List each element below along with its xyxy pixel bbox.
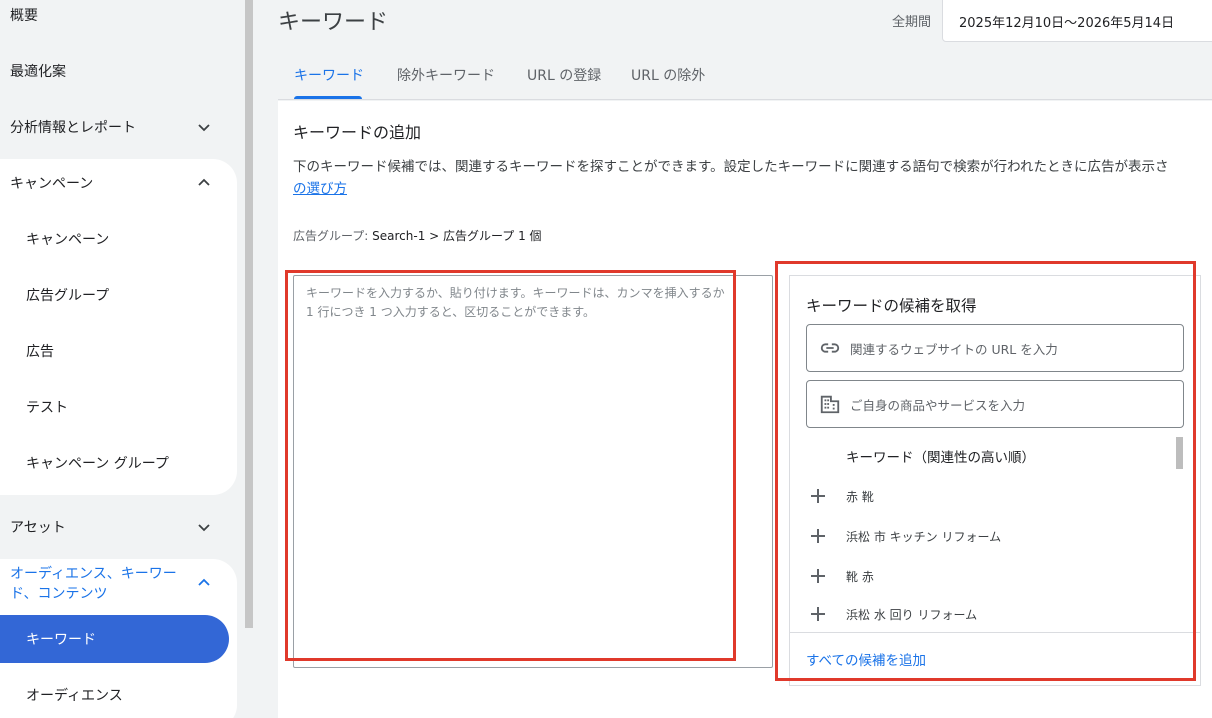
placeholder-line: 1 行につき 1 つ入力すると、区切ることができます。 bbox=[306, 305, 596, 319]
chevron-up-icon bbox=[198, 178, 210, 186]
suggestion-keyword: 浜松 水 回り リフォーム bbox=[846, 607, 978, 622]
keyword-textarea[interactable]: キーワードを入力するか、貼り付けます。キーワードは、カンマを挿入するか 1 行に… bbox=[293, 275, 773, 668]
plus-icon[interactable] bbox=[806, 484, 830, 508]
sidebar-item-label: キャンペーン bbox=[10, 176, 94, 192]
tab-keywords[interactable]: キーワード bbox=[294, 50, 364, 99]
add-keywords-card: キーワードの追加 下のキーワード候補では、関連するキーワードを探すことができます… bbox=[278, 101, 1212, 718]
help-link[interactable]: の選び方 bbox=[293, 177, 347, 197]
suggestions-list-header: キーワード（関連性の高い順） bbox=[846, 450, 1035, 466]
tab-label: URL の登録 bbox=[527, 67, 602, 84]
chevron-up-icon[interactable] bbox=[196, 575, 212, 591]
page-title: キーワード bbox=[278, 10, 389, 35]
sidebar-item-label: 分析情報とレポート bbox=[10, 120, 136, 136]
sidebar-item-label: キャンペーン グループ bbox=[26, 456, 169, 472]
sidebar-scroll-thumb[interactable] bbox=[245, 0, 253, 628]
tab-label: URL の除外 bbox=[631, 67, 706, 84]
tab-bar: キーワード 除外キーワード URL の登録 URL の除外 bbox=[278, 50, 1212, 100]
plus-icon[interactable] bbox=[806, 602, 830, 626]
sidebar-item-audiences[interactable]: オーディエンス bbox=[0, 667, 236, 718]
description-text: 下のキーワード候補では、関連するキーワードを探すことができます。設定したキーワー… bbox=[293, 159, 1169, 175]
sidebar-item-label: キャンペーン bbox=[26, 232, 110, 248]
sidebar-item-label: 最適化案 bbox=[10, 64, 66, 80]
chevron-down-icon bbox=[198, 124, 210, 132]
link-icon bbox=[820, 343, 840, 353]
sidebar-item-recommendations[interactable]: 最適化案 bbox=[0, 43, 236, 99]
period-label: 全期間 bbox=[892, 15, 932, 30]
sidebar-item-insights-reports[interactable]: 分析情報とレポート bbox=[0, 99, 236, 155]
website-url-input[interactable]: 関連するウェブサイトの URL を入力 bbox=[806, 324, 1184, 372]
sidebar-item-campaign-groups[interactable]: キャンペーン グループ bbox=[0, 435, 236, 491]
sidebar-item-label: オーディエンス bbox=[26, 688, 123, 704]
add-all-suggestions-button[interactable]: すべての候補を追加 bbox=[806, 649, 926, 669]
keyword-suggestions-panel: キーワードの候補を取得 関連するウェブサイトの URL を入力 ご自身の商品やサ… bbox=[789, 275, 1201, 686]
sidebar-item-label: 広告グループ bbox=[26, 288, 110, 304]
suggestion-row[interactable]: 赤 靴 bbox=[806, 476, 1176, 516]
tab-label: キーワード bbox=[294, 67, 364, 84]
sidebar-item-label: テスト bbox=[26, 400, 68, 416]
placeholder-line: キーワードを入力するか、貼り付けます。キーワードは、カンマを挿入するか bbox=[306, 286, 725, 300]
sidebar-item-label: 概要 bbox=[10, 8, 38, 24]
section-title: キーワードの追加 bbox=[293, 123, 422, 142]
sidebar-item-ad-groups[interactable]: 広告グループ bbox=[0, 267, 236, 323]
textarea-placeholder: キーワードを入力するか、貼り付けます。キーワードは、カンマを挿入するか 1 行に… bbox=[306, 284, 766, 322]
main-content: キーワード 全期間 2025年12月10日〜2026年5月14日 キーワード 除… bbox=[254, 0, 1212, 718]
sidebar-item-ads[interactable]: 広告 bbox=[0, 323, 236, 379]
sidebar-item-keywords[interactable]: キーワード bbox=[0, 615, 229, 663]
date-range-value: 2025年12月10日〜2026年5月14日 bbox=[959, 16, 1175, 31]
input-placeholder: ご自身の商品やサービスを入力 bbox=[850, 397, 1026, 413]
divider bbox=[790, 632, 1200, 633]
suggestion-keyword: 赤 靴 bbox=[846, 489, 874, 504]
tab-url-exclusions[interactable]: URL の除外 bbox=[631, 50, 705, 99]
chevron-down-icon bbox=[198, 524, 210, 532]
suggestion-row[interactable]: 浜松 市 キッチン リフォーム bbox=[806, 516, 1176, 556]
ad-group-value: Search-1 > 広告グループ 1 個 bbox=[372, 229, 542, 243]
tab-label: 除外キーワード bbox=[397, 67, 495, 84]
suggestions-title: キーワードの候補を取得 bbox=[806, 297, 977, 315]
tab-url-inclusions[interactable]: URL の登録 bbox=[527, 50, 601, 99]
input-placeholder: 関連するウェブサイトの URL を入力 bbox=[850, 341, 1058, 357]
plus-icon[interactable] bbox=[806, 524, 830, 548]
sidebar-item-campaigns[interactable]: キャンペーン bbox=[0, 211, 236, 267]
building-icon bbox=[820, 395, 840, 414]
sidebar-item-experiments[interactable]: テスト bbox=[0, 379, 236, 435]
sidebar: 概要 最適化案 分析情報とレポート キャンペーン キャンペーン 広告グループ 広… bbox=[0, 0, 244, 718]
ad-group-path: 広告グループ: Search-1 > 広告グループ 1 個 bbox=[293, 227, 542, 244]
sidebar-item-overview[interactable]: 概要 bbox=[0, 0, 236, 43]
sidebar-item-label: キーワード bbox=[26, 632, 96, 648]
active-tab-indicator bbox=[294, 96, 362, 99]
sidebar-item-campaigns-section[interactable]: キャンペーン bbox=[0, 155, 236, 211]
sidebar-scrollbar[interactable] bbox=[244, 0, 254, 718]
suggestion-keyword: 浜松 市 キッチン リフォーム bbox=[846, 529, 1002, 544]
suggestion-keyword: 靴 赤 bbox=[846, 569, 874, 584]
sidebar-item-label: オーディエンス、キーワード、コンテンツ bbox=[10, 566, 177, 602]
sidebar-item-label: アセット bbox=[10, 520, 66, 536]
sidebar-item-audiences-keywords-content[interactable]: オーディエンス、キーワード、コンテンツ bbox=[0, 560, 180, 612]
suggestion-row[interactable]: 浜松 水 回り リフォーム bbox=[806, 596, 1176, 632]
suggestions-scrollbar[interactable] bbox=[1176, 437, 1183, 469]
sidebar-item-assets[interactable]: アセット bbox=[0, 499, 236, 555]
product-service-input[interactable]: ご自身の商品やサービスを入力 bbox=[806, 380, 1184, 428]
sidebar-item-label: 広告 bbox=[26, 344, 54, 360]
suggestion-row[interactable]: 靴 赤 bbox=[806, 556, 1176, 596]
ad-group-label: 広告グループ: bbox=[293, 229, 373, 243]
tab-negative-keywords[interactable]: 除外キーワード bbox=[397, 50, 495, 99]
plus-icon[interactable] bbox=[806, 564, 830, 588]
date-range-picker[interactable]: 2025年12月10日〜2026年5月14日 bbox=[942, 0, 1212, 42]
